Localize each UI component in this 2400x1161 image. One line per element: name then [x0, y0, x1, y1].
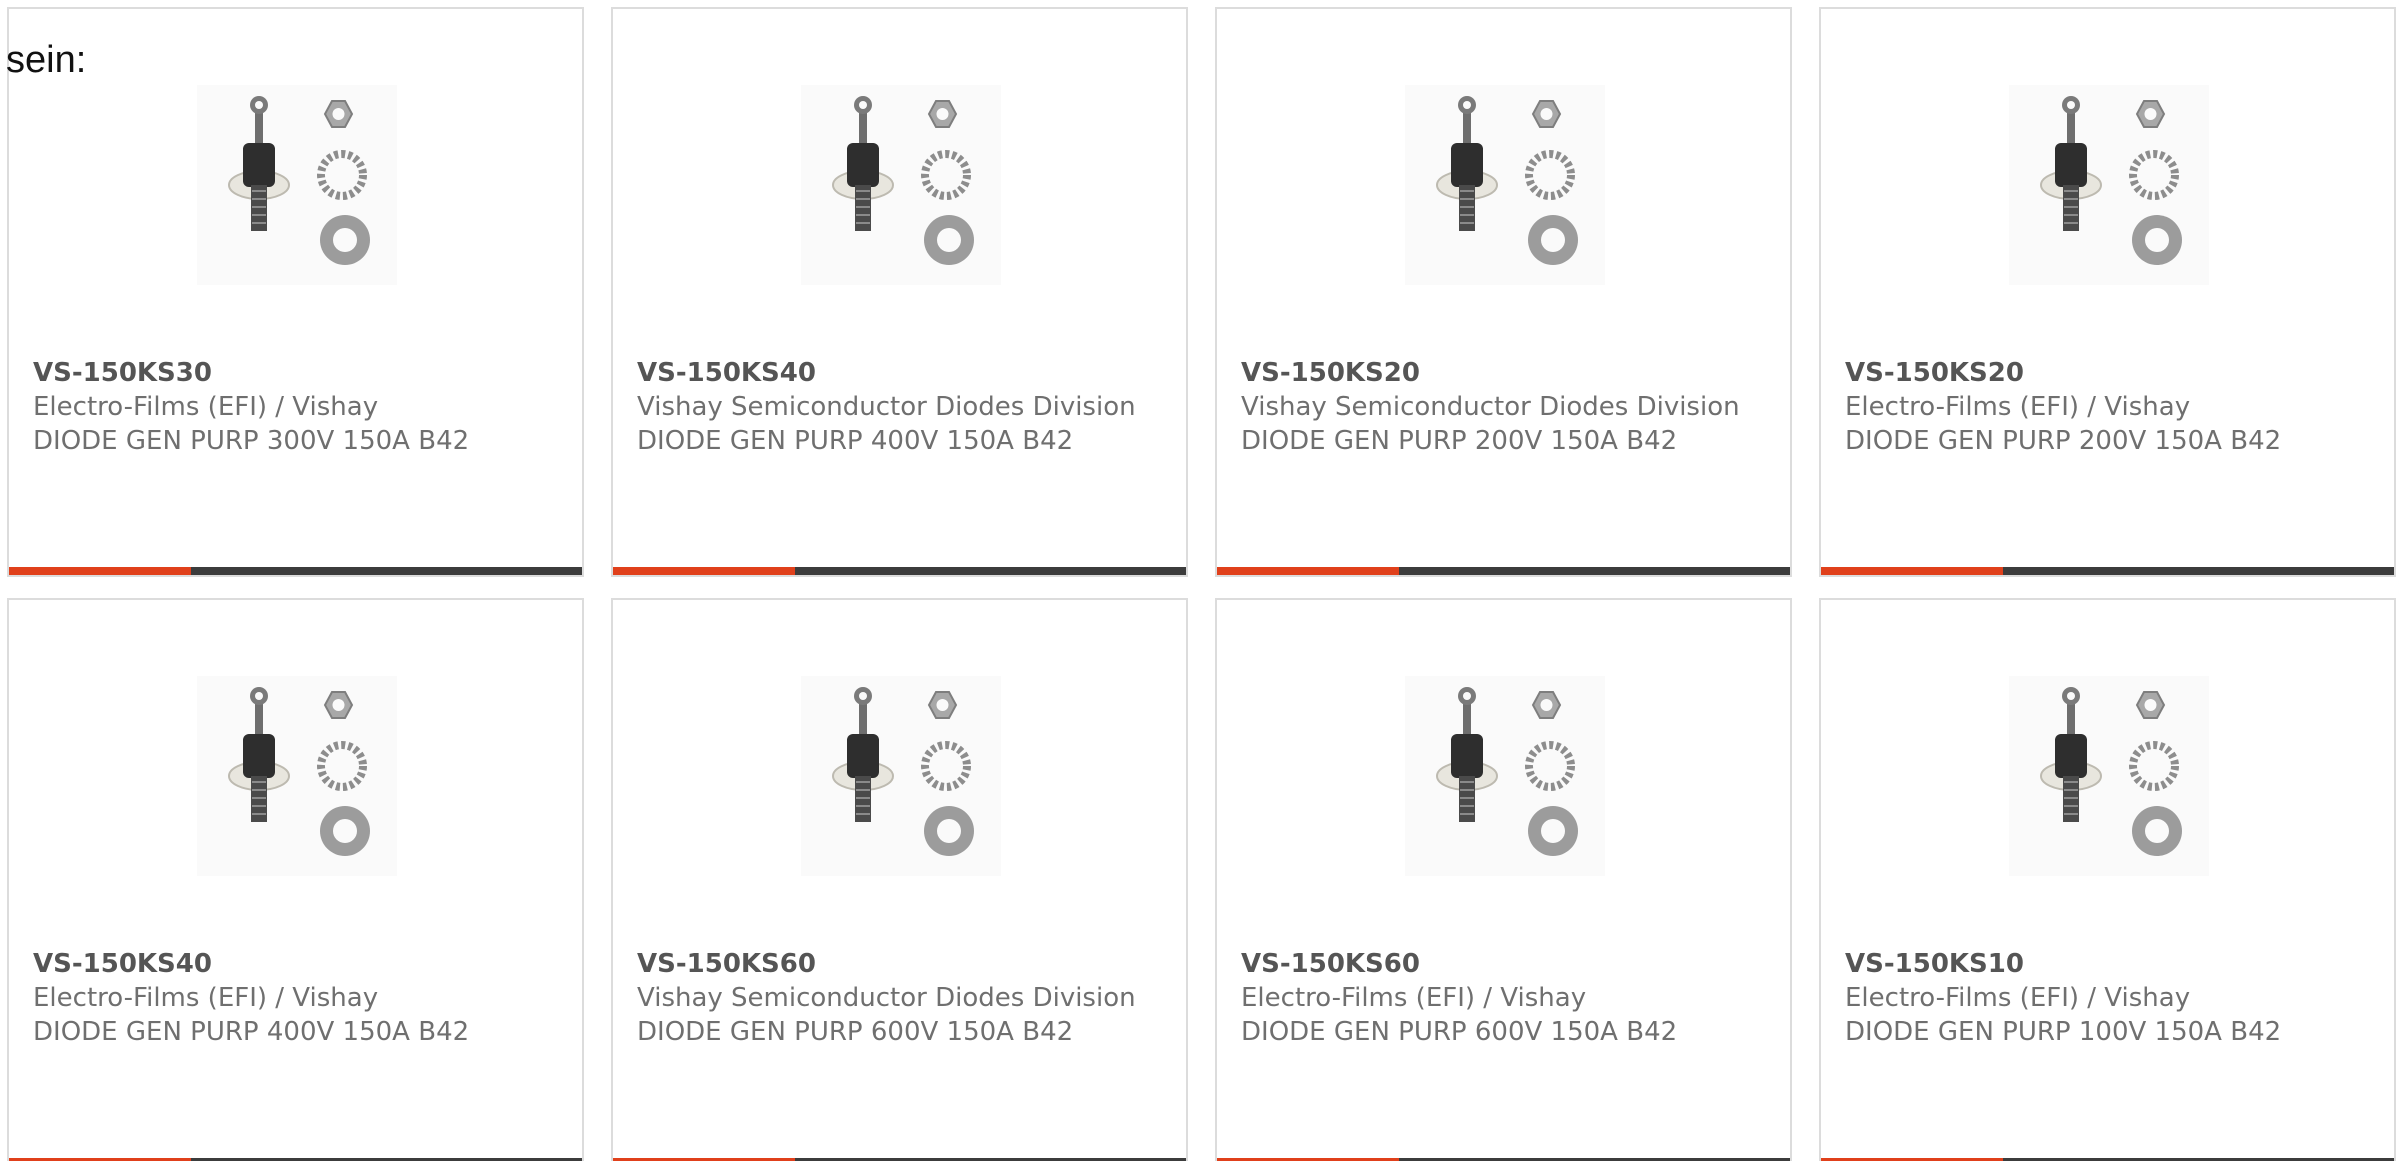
description-label: DIODE GEN PURP 100V 150A B42 [1845, 1017, 2282, 1047]
product-card[interactable]: VS-150KS10 Electro-Films (EFI) / Vishay … [1819, 598, 2396, 1161]
card-footer-accent [613, 567, 795, 575]
card-footer-accent [1217, 567, 1399, 575]
description-label: DIODE GEN PURP 400V 150A B42 [637, 426, 1074, 456]
diode-stud-package-icon [1405, 85, 1605, 285]
card-footer-bar [9, 567, 582, 575]
product-info: VS-150KS20 Vishay Semiconductor Diodes D… [1241, 356, 1766, 458]
diode-stud-package-icon [801, 676, 1001, 876]
part-number-link[interactable]: VS-150KS60 [1241, 947, 1766, 981]
product-grid: VS-150KS30 Electro-Films (EFI) / Vishay … [0, 0, 2400, 1161]
part-number-link[interactable]: VS-150KS40 [637, 356, 1162, 390]
product-grid-page: sein: VS-150KS30 Electro-Films (EFI) / V… [0, 0, 2400, 1161]
manufacturer-label: Vishay Semiconductor Diodes Division [1241, 392, 1740, 422]
card-footer-bar [1821, 567, 2394, 575]
diode-stud-package-icon [1405, 676, 1605, 876]
product-info: VS-150KS20 Electro-Films (EFI) / Vishay … [1845, 356, 2370, 458]
product-card[interactable]: VS-150KS40 Vishay Semiconductor Diodes D… [611, 7, 1188, 577]
product-card[interactable]: VS-150KS40 Electro-Films (EFI) / Vishay … [7, 598, 584, 1161]
product-card[interactable]: VS-150KS20 Electro-Films (EFI) / Vishay … [1819, 7, 2396, 577]
part-number-link[interactable]: VS-150KS30 [33, 356, 558, 390]
description-label: DIODE GEN PURP 400V 150A B42 [33, 1017, 470, 1047]
diode-stud-package-icon [2009, 676, 2209, 876]
product-info: VS-150KS60 Electro-Films (EFI) / Vishay … [1241, 947, 1766, 1049]
description-label: DIODE GEN PURP 600V 150A B42 [1241, 1017, 1678, 1047]
diode-stud-package-icon [197, 676, 397, 876]
product-info: VS-150KS60 Vishay Semiconductor Diodes D… [637, 947, 1162, 1049]
product-info: VS-150KS40 Electro-Films (EFI) / Vishay … [33, 947, 558, 1049]
manufacturer-label: Electro-Films (EFI) / Vishay [1845, 392, 2191, 422]
description-label: DIODE GEN PURP 300V 150A B42 [33, 426, 470, 456]
part-number-link[interactable]: VS-150KS40 [33, 947, 558, 981]
product-info: VS-150KS10 Electro-Films (EFI) / Vishay … [1845, 947, 2370, 1049]
part-number-link[interactable]: VS-150KS20 [1845, 356, 2370, 390]
manufacturer-label: Electro-Films (EFI) / Vishay [33, 392, 379, 422]
part-number-link[interactable]: VS-150KS20 [1241, 356, 1766, 390]
intro-text: sein: [6, 39, 87, 81]
diode-stud-package-icon [197, 85, 397, 285]
card-footer-accent [1821, 567, 2003, 575]
card-footer-bar [1217, 567, 1790, 575]
product-info: VS-150KS40 Vishay Semiconductor Diodes D… [637, 356, 1162, 458]
diode-stud-package-icon [801, 85, 1001, 285]
manufacturer-label: Electro-Films (EFI) / Vishay [1241, 983, 1587, 1013]
manufacturer-label: Vishay Semiconductor Diodes Division [637, 392, 1136, 422]
description-label: DIODE GEN PURP 600V 150A B42 [637, 1017, 1074, 1047]
product-card[interactable]: VS-150KS60 Electro-Films (EFI) / Vishay … [1215, 598, 1792, 1161]
card-footer-bar [613, 567, 1186, 575]
diode-stud-package-icon [2009, 85, 2209, 285]
description-label: DIODE GEN PURP 200V 150A B42 [1241, 426, 1678, 456]
description-label: DIODE GEN PURP 200V 150A B42 [1845, 426, 2282, 456]
product-card[interactable]: VS-150KS20 Vishay Semiconductor Diodes D… [1215, 7, 1792, 577]
manufacturer-label: Electro-Films (EFI) / Vishay [33, 983, 379, 1013]
part-number-link[interactable]: VS-150KS10 [1845, 947, 2370, 981]
card-footer-accent [9, 567, 191, 575]
manufacturer-label: Vishay Semiconductor Diodes Division [637, 983, 1136, 1013]
manufacturer-label: Electro-Films (EFI) / Vishay [1845, 983, 2191, 1013]
part-number-link[interactable]: VS-150KS60 [637, 947, 1162, 981]
product-card[interactable]: VS-150KS60 Vishay Semiconductor Diodes D… [611, 598, 1188, 1161]
product-info: VS-150KS30 Electro-Films (EFI) / Vishay … [33, 356, 558, 458]
product-card[interactable]: VS-150KS30 Electro-Films (EFI) / Vishay … [7, 7, 584, 577]
